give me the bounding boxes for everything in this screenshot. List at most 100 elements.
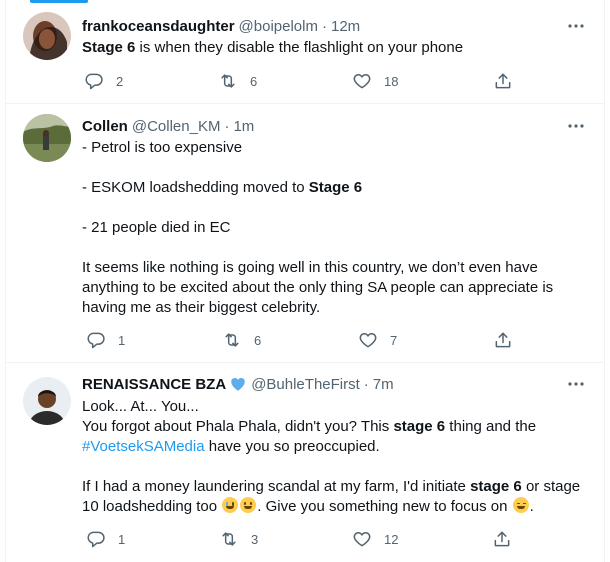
tweet-line: Look... At... You... xyxy=(82,397,587,417)
highlighted-text: stage 6 xyxy=(393,418,446,435)
tweet-line xyxy=(82,238,587,258)
author-name[interactable]: Collen xyxy=(82,118,128,135)
tweet-header: RENAISSANCE BZA @BuhleTheFirst · 7m xyxy=(82,374,394,394)
tweet[interactable]: frankoceansdaughter @boipelolm · 12m Sta… xyxy=(6,0,604,104)
reply-button[interactable]: 2 xyxy=(84,71,123,91)
text-segment: - Petrol is too expensive xyxy=(82,139,243,156)
retweet-count: 6 xyxy=(254,332,262,348)
tweet-text: Stage 6 is when they disable the flashli… xyxy=(82,38,587,58)
rofl-emoji-icon xyxy=(240,497,257,513)
verified-badge-icon xyxy=(229,375,247,393)
text-segment: is when they disable the flashlight on y… xyxy=(135,39,464,56)
tweet-line xyxy=(82,158,587,178)
retweet-button[interactable]: 6 xyxy=(218,71,257,91)
retweet-count: 3 xyxy=(251,531,259,547)
reply-icon xyxy=(84,71,104,91)
author-handle[interactable]: @Collen_KM xyxy=(132,118,221,135)
text-segment: You forgot about Phala Phala, didn't you… xyxy=(82,418,394,435)
tweet-line: It seems like nothing is going well in t… xyxy=(82,258,587,278)
text-segment: thing and the xyxy=(445,418,537,435)
share-icon xyxy=(493,71,513,91)
avatar[interactable] xyxy=(23,377,71,425)
like-button[interactable]: 12 xyxy=(352,529,398,549)
like-icon xyxy=(352,529,372,549)
share-icon xyxy=(493,330,513,350)
like-count: 7 xyxy=(390,332,398,348)
tweet-line: #VoetsekSAMedia have you so preoccupied. xyxy=(82,437,587,457)
author-name[interactable]: RENAISSANCE BZA xyxy=(82,376,226,393)
more-icon[interactable] xyxy=(566,16,586,36)
tweet[interactable]: Collen @Collen_KM · 1m - Petrol is too e… xyxy=(6,104,604,363)
author-name[interactable]: frankoceansdaughter xyxy=(82,18,235,35)
tweet-header: Collen @Collen_KM · 1m xyxy=(82,116,254,136)
tweet-line: - ESKOM loadshedding moved to Stage 6 xyxy=(82,178,587,198)
reply-icon xyxy=(86,330,106,350)
text-segment: . xyxy=(529,498,534,515)
text-segment: Look... At... You... xyxy=(82,398,199,415)
tweet-actions: 2 6 18 xyxy=(82,71,522,91)
tweet-line: anything to be excited about the only th… xyxy=(82,278,587,298)
tweet-line: - 21 people died in EC xyxy=(82,218,587,238)
like-count: 12 xyxy=(384,531,399,547)
hashtag-link[interactable]: #VoetsekSAMedia xyxy=(82,438,205,455)
like-button[interactable]: 18 xyxy=(352,71,398,91)
tweet-line: having me as their biggest celebrity. xyxy=(82,298,587,318)
like-icon xyxy=(358,330,378,350)
author-handle[interactable]: @BuhleTheFirst xyxy=(251,376,360,393)
reply-count: 1 xyxy=(118,332,126,348)
retweet-icon xyxy=(222,330,242,350)
more-icon[interactable] xyxy=(566,374,586,394)
tweet-actions: 1 6 7 xyxy=(82,330,522,350)
avatar[interactable] xyxy=(23,12,71,60)
tweet-line xyxy=(82,457,587,477)
author-handle[interactable]: @boipelolm xyxy=(239,18,318,35)
more-icon[interactable] xyxy=(566,116,586,136)
reply-icon xyxy=(86,529,106,549)
reply-count: 2 xyxy=(116,73,124,89)
retweet-icon xyxy=(219,529,239,549)
tweet[interactable]: RENAISSANCE BZA @BuhleTheFirst · 7m Look… xyxy=(6,363,604,562)
like-button[interactable]: 7 xyxy=(358,330,397,350)
timestamp[interactable]: 12m xyxy=(331,18,360,35)
separator-dot: · xyxy=(321,17,327,35)
tweet-text: - Petrol is too expensive - ESKOM loadshe… xyxy=(82,138,587,318)
like-count: 18 xyxy=(384,73,399,89)
text-segment: - 21 people died in EC xyxy=(82,219,231,236)
highlighted-text: Stage 6 xyxy=(308,179,363,196)
retweet-button[interactable]: 6 xyxy=(222,330,261,350)
text-segment: anything to be excited about the only th… xyxy=(82,279,554,296)
highlighted-text: stage 6 xyxy=(470,478,522,495)
text-segment: 10 loadshedding too xyxy=(82,498,222,515)
reply-button[interactable]: 1 xyxy=(86,529,125,549)
share-button[interactable] xyxy=(493,330,513,350)
text-segment: - ESKOM loadshedding moved to xyxy=(82,179,309,196)
tweet-actions: 1 3 12 xyxy=(82,529,522,549)
tweet-line: 10 loadshedding too . Give you something… xyxy=(82,497,587,517)
tweet-line: - Petrol is too expensive xyxy=(82,138,587,158)
share-button[interactable] xyxy=(493,71,513,91)
reply-button[interactable]: 1 xyxy=(86,330,125,350)
highlighted-text: Stage 6 xyxy=(82,39,136,56)
separator-dot: · xyxy=(363,375,369,393)
retweet-button[interactable]: 3 xyxy=(219,529,258,549)
like-icon xyxy=(352,71,372,91)
timestamp[interactable]: 1m xyxy=(233,118,254,135)
reply-count: 1 xyxy=(118,531,126,547)
tweet-line: Stage 6 is when they disable the flashli… xyxy=(82,38,587,58)
tweet-line: If I had a money laundering scandal at m… xyxy=(82,477,587,497)
text-segment: . Give you something new to focus on xyxy=(257,498,512,515)
separator-dot: · xyxy=(224,117,230,135)
tweet-line: You forgot about Phala Phala, didn't you… xyxy=(82,417,587,437)
tweet-text: Look... At... You... You forgot about Pha… xyxy=(82,397,587,517)
text-segment: If I had a money laundering scandal at m… xyxy=(82,478,471,495)
wink-emoji-icon xyxy=(512,497,529,513)
share-button[interactable] xyxy=(492,529,512,549)
retweet-icon xyxy=(218,71,238,91)
share-icon xyxy=(492,529,512,549)
text-segment: or stage xyxy=(521,478,581,495)
text-segment: have you so preoccupied. xyxy=(204,438,380,455)
tweet-line xyxy=(82,198,587,218)
tweet-header: frankoceansdaughter @boipelolm · 12m xyxy=(82,16,360,36)
timestamp[interactable]: 7m xyxy=(373,376,394,393)
avatar[interactable] xyxy=(23,114,71,162)
